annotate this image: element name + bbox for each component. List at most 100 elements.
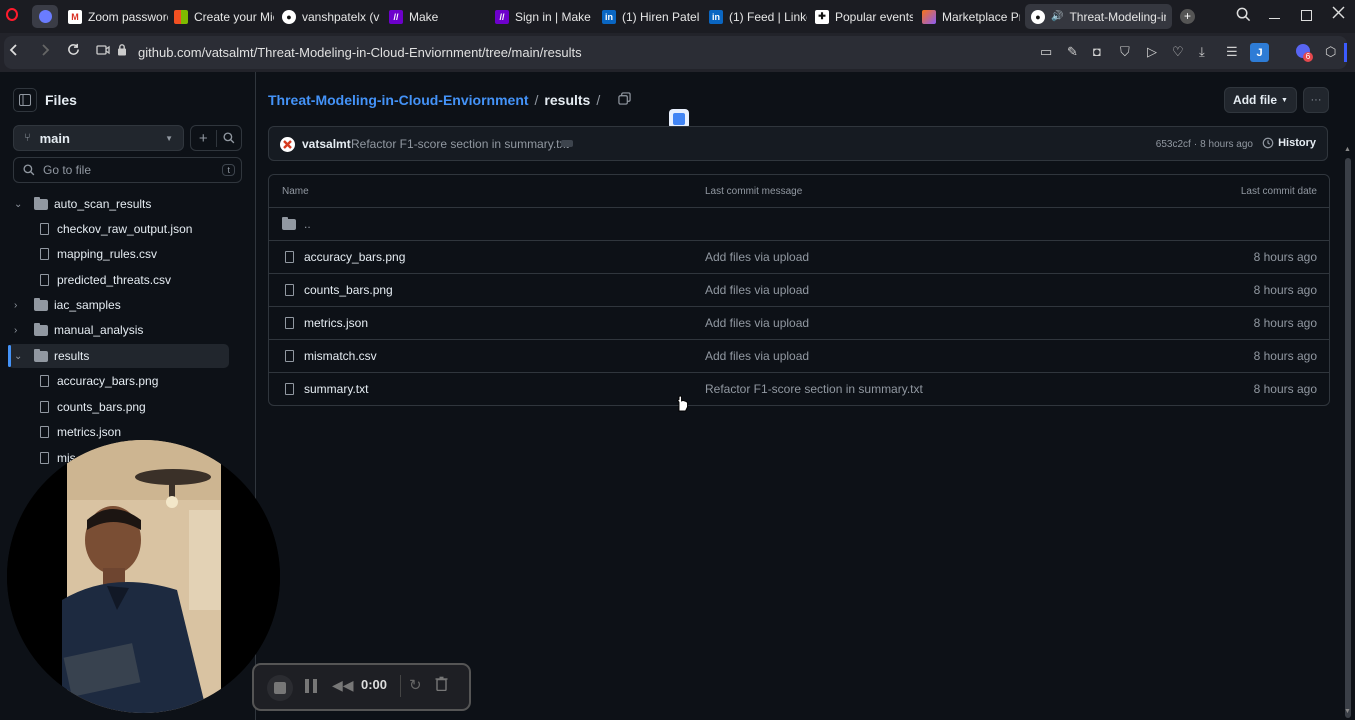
table-row[interactable]: accuracy_bars.png Add files via upload 8… (269, 240, 1329, 273)
tree-item-results[interactable]: ⌄ results (14, 344, 89, 368)
page-scrollbar[interactable] (1345, 158, 1351, 718)
edit-icon[interactable]: ✎ (1067, 44, 1078, 60)
make-icon: // (495, 9, 509, 24)
record-stop-button[interactable] (267, 675, 293, 701)
stop-icon (274, 682, 286, 694)
file-link[interactable]: counts_bars.png (304, 283, 393, 297)
rewind-icon[interactable]: ◀◀ (332, 677, 354, 694)
tree-item-predicted-threats[interactable]: predicted_threats.csv (40, 268, 171, 292)
tab-events[interactable]: ✚ Popular events in (815, 4, 913, 29)
more-options-button[interactable]: ··· (1303, 87, 1329, 113)
restart-icon[interactable]: ↻ (409, 676, 422, 694)
table-row[interactable]: summary.txt Refactor F1-score section in… (269, 372, 1329, 405)
commit-message-link[interactable]: Add files via upload (705, 340, 809, 372)
chevron-right-icon[interactable]: › (14, 325, 28, 336)
commit-message[interactable]: Refactor F1-score section in summary.txt (351, 137, 569, 151)
linkedin-icon: in (709, 9, 723, 24)
trash-icon[interactable] (435, 676, 448, 694)
scroll-down-arrow-icon[interactable]: ▼ (1344, 708, 1351, 715)
tree-item-mapping-rules[interactable]: mapping_rules.csv (40, 242, 157, 266)
scroll-up-arrow-icon[interactable]: ▲ (1344, 146, 1351, 153)
tree-item-accuracy-bars[interactable]: accuracy_bars.png (40, 369, 158, 393)
commit-message-link[interactable]: Add files via upload (705, 274, 809, 306)
tree-item-checkov-raw-output[interactable]: checkov_raw_output.json (40, 217, 192, 241)
commit-author[interactable]: vatsalmt (302, 137, 351, 151)
commit-message-link[interactable]: Refactor F1-score section in summary.txt (705, 373, 923, 405)
table-row[interactable]: metrics.json Add files via upload 8 hour… (269, 306, 1329, 339)
folder-icon (282, 216, 296, 230)
tab-make-signin[interactable]: // Sign in | Make HC (495, 4, 595, 29)
tab-linkedin-hiren[interactable]: in (1) Hiren Patel | Li (602, 4, 700, 29)
tab-marketplace[interactable]: Marketplace Prof (922, 4, 1020, 29)
search-tabs-icon[interactable] (1236, 7, 1251, 26)
tab-microsoft[interactable]: Create your Micro (174, 4, 274, 29)
go-to-file-input[interactable]: Go to file t (13, 157, 242, 183)
camera-icon[interactable]: ◘ (1093, 44, 1101, 59)
chevron-down-icon[interactable]: ⌄ (14, 351, 28, 362)
shield-icon[interactable]: ⛉ (1120, 44, 1130, 60)
author-avatar[interactable] (280, 137, 295, 152)
close-window-icon[interactable] (1332, 6, 1345, 23)
make-icon: // (389, 9, 403, 24)
tree-item-auto-scan-results[interactable]: ⌄ auto_scan_results (14, 192, 151, 216)
tree-item-metrics[interactable]: metrics.json (40, 420, 121, 444)
file-icon (285, 350, 294, 362)
cube-icon[interactable]: ⬡ (1325, 44, 1336, 60)
commit-hash[interactable]: 653c2cf (1156, 139, 1191, 150)
file-link[interactable]: mismatch.csv (304, 349, 377, 363)
commit-message-link[interactable]: Add files via upload (705, 241, 809, 273)
profile-avatar[interactable]: J (1250, 43, 1269, 62)
commit-message-link[interactable]: Add files via upload (705, 307, 809, 339)
tree-item-iac-samples[interactable]: › iac_samples (14, 293, 121, 317)
tab-linkedin-feed[interactable]: in (1) Feed | LinkedI (709, 4, 807, 29)
file-link[interactable]: accuracy_bars.png (304, 250, 405, 264)
workspace-button[interactable] (32, 5, 58, 28)
tab-gmail[interactable]: M Zoom password r (68, 4, 168, 29)
url-text[interactable]: github.com/vatsalmt/Threat-Modeling-in-C… (138, 45, 582, 60)
restore-icon[interactable] (1301, 10, 1312, 21)
video-popout-icon[interactable] (96, 43, 110, 60)
add-file-button[interactable]: + (190, 125, 242, 151)
heart-icon[interactable]: ♡ (1172, 44, 1184, 60)
minimize-icon[interactable] (1269, 10, 1280, 19)
tab-make[interactable]: // Make (389, 4, 479, 29)
menu-icon[interactable]: ☰ (1226, 44, 1238, 60)
parent-directory-row[interactable]: .. (269, 207, 1329, 240)
pause-icon[interactable] (305, 679, 317, 693)
opera-menu-icon[interactable] (6, 8, 18, 21)
chevron-right-icon[interactable]: › (14, 300, 28, 311)
search-icon[interactable] (217, 132, 242, 144)
chevron-down-icon[interactable]: ⌄ (14, 199, 28, 210)
linkedin-icon: in (602, 9, 616, 24)
history-button[interactable]: History (1262, 137, 1316, 149)
tree-item-counts-bars[interactable]: counts_bars.png (40, 395, 146, 419)
add-file-dropdown-button[interactable]: Add file ▼ (1224, 87, 1297, 113)
lock-icon[interactable] (117, 43, 127, 60)
send-icon[interactable]: ▷ (1147, 44, 1157, 60)
github-icon: ● (1031, 9, 1045, 24)
tree-item-label: predicted_threats.csv (57, 273, 172, 287)
file-link[interactable]: summary.txt (304, 382, 368, 396)
parent-directory-link[interactable]: .. (304, 217, 311, 231)
forward-icon[interactable] (40, 43, 50, 60)
recorder-divider (400, 675, 401, 697)
copy-path-icon[interactable] (618, 92, 631, 108)
table-row[interactable]: mismatch.csv Add files via upload 8 hour… (269, 339, 1329, 372)
collapse-sidebar-button[interactable] (13, 88, 37, 112)
name-cell: counts_bars.png (285, 274, 393, 306)
breadcrumb-repo-link[interactable]: Threat-Modeling-in-Cloud-Enviornment (268, 92, 529, 108)
speaker-icon[interactable]: 🔊 (1051, 11, 1063, 22)
branch-selector[interactable]: ⑂ main ▼ (13, 125, 184, 151)
tab-threat-modeling[interactable]: ● 🔊 Threat-Modeling-in-Cl (1025, 4, 1172, 29)
tree-item-manual-analysis[interactable]: › manual_analysis (14, 318, 143, 342)
new-tab-button[interactable]: + (1180, 9, 1195, 24)
expand-commit-icon[interactable] (561, 140, 573, 147)
table-row[interactable]: counts_bars.png Add files via upload 8 h… (269, 273, 1329, 306)
reader-mode-icon[interactable]: ▭ (1040, 44, 1052, 60)
download-icon[interactable]: ⤓ (1199, 44, 1205, 60)
back-icon[interactable] (9, 43, 19, 60)
reload-icon[interactable] (67, 43, 80, 60)
tab-github-profile[interactable]: ● vanshpatelx (vans (282, 4, 380, 29)
tab-label: Threat-Modeling-in-Cl (1069, 9, 1166, 24)
file-link[interactable]: metrics.json (304, 316, 368, 330)
